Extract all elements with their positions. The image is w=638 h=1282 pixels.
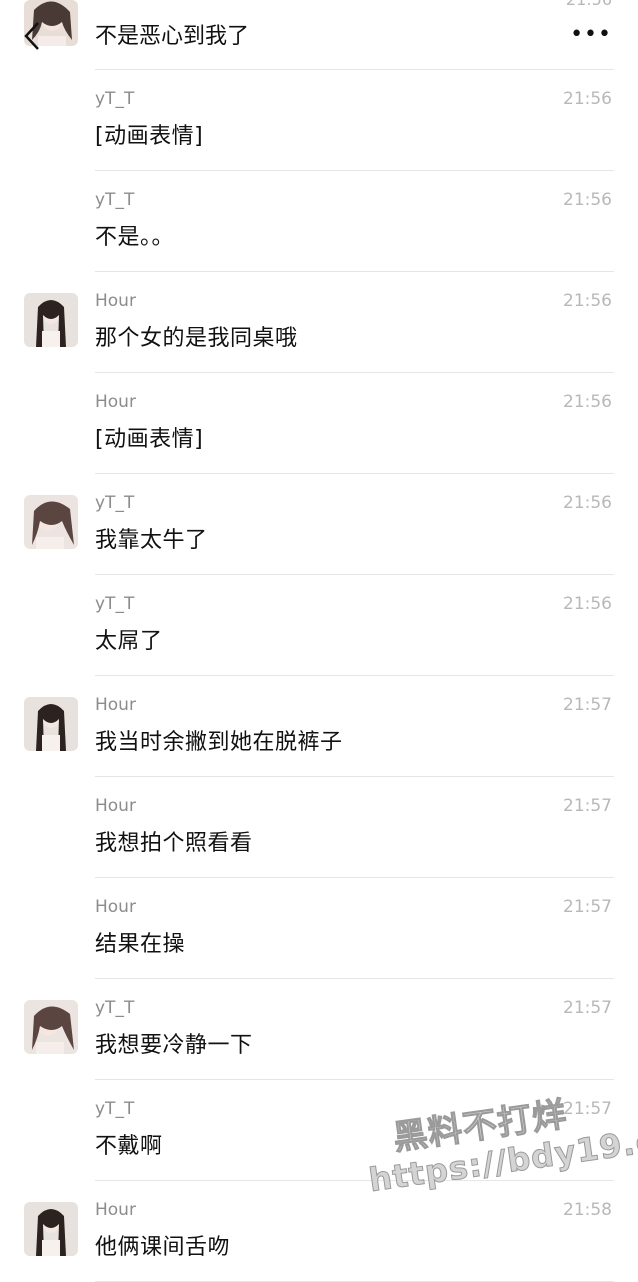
chat-top-bar: 21:56 不是恶心到我了 ••• (0, 0, 638, 70)
avatar[interactable] (24, 697, 78, 751)
more-dots-icon: ••• (570, 22, 612, 47)
sender-name: Hour (95, 897, 136, 917)
message-row[interactable]: Hour 21:56 [动画表情] (0, 373, 638, 474)
partial-message-text: 不是恶心到我了 (95, 24, 250, 49)
message-text: 太屌了 (95, 629, 163, 654)
message-time: 21:57 (563, 998, 612, 1018)
sender-name: yT_T (95, 190, 135, 210)
message-row[interactable]: Hour 21:57 结果在操 (0, 878, 638, 979)
message-time: 21:58 (563, 1200, 612, 1220)
partial-message-time: 21:56 (566, 0, 612, 9)
message-time: 21:56 (563, 493, 612, 513)
message-time: 21:57 (563, 695, 612, 715)
message-text: 我想拍个照看看 (95, 831, 253, 856)
message-time: 21:56 (563, 594, 612, 614)
sender-name: yT_T (95, 594, 135, 614)
sender-name: Hour (95, 291, 136, 311)
message-text: 那个女的是我同桌哦 (95, 326, 298, 351)
avatar[interactable] (24, 1000, 78, 1054)
sender-name: Hour (95, 695, 136, 715)
avatar[interactable] (24, 293, 78, 347)
message-time: 21:57 (563, 1099, 612, 1119)
message-row[interactable]: yT_T 21:56 不是。。 (0, 171, 638, 272)
sender-name: Hour (95, 392, 136, 412)
chevron-left-icon (24, 22, 39, 50)
message-time: 21:56 (563, 89, 612, 109)
sender-name: yT_T (95, 1099, 135, 1119)
message-text: 结果在操 (95, 932, 186, 957)
message-time: 21:57 (563, 897, 612, 917)
message-row[interactable]: Hour 21:57 我想拍个照看看 (0, 777, 638, 878)
message-text: 不戴啊 (95, 1134, 163, 1159)
message-row[interactable]: yT_T 21:57 不戴啊 (0, 1080, 638, 1181)
message-text: [动画表情] (95, 124, 204, 149)
sender-name: yT_T (95, 493, 135, 513)
more-button[interactable]: ••• (570, 24, 612, 46)
message-row[interactable]: yT_T 21:56 我靠太牛了 (0, 474, 638, 575)
message-row[interactable]: yT_T 21:56 太屌了 (0, 575, 638, 676)
back-button[interactable] (18, 18, 48, 54)
message-text: [动画表情] (95, 427, 204, 452)
message-time: 21:56 (563, 392, 612, 412)
message-time: 21:56 (563, 190, 612, 210)
message-row[interactable]: yT_T 21:56 [动画表情] (0, 70, 638, 171)
message-time: 21:57 (563, 796, 612, 816)
message-row[interactable]: Hour 21:56 那个女的是我同桌哦 (0, 272, 638, 373)
sender-name: yT_T (95, 89, 135, 109)
message-text: 他俩课间舌吻 (95, 1235, 231, 1260)
sender-name: yT_T (95, 998, 135, 1018)
message-text: 不是。。 (95, 225, 175, 250)
message-text: 我当时余撇到她在脱裤子 (95, 730, 343, 755)
sender-name: Hour (95, 796, 136, 816)
message-row[interactable]: Hour 21:58 他俩课间舌吻 (0, 1181, 638, 1282)
message-text: 我靠太牛了 (95, 528, 208, 553)
sender-name: Hour (95, 1200, 136, 1220)
message-row[interactable]: yT_T 21:57 我想要冷静一下 (0, 979, 638, 1080)
message-time: 21:56 (563, 291, 612, 311)
message-row[interactable]: Hour 21:57 我当时余撇到她在脱裤子 (0, 676, 638, 777)
message-text: 我想要冷静一下 (95, 1033, 253, 1058)
avatar[interactable] (24, 495, 78, 549)
avatar[interactable] (24, 1202, 78, 1256)
